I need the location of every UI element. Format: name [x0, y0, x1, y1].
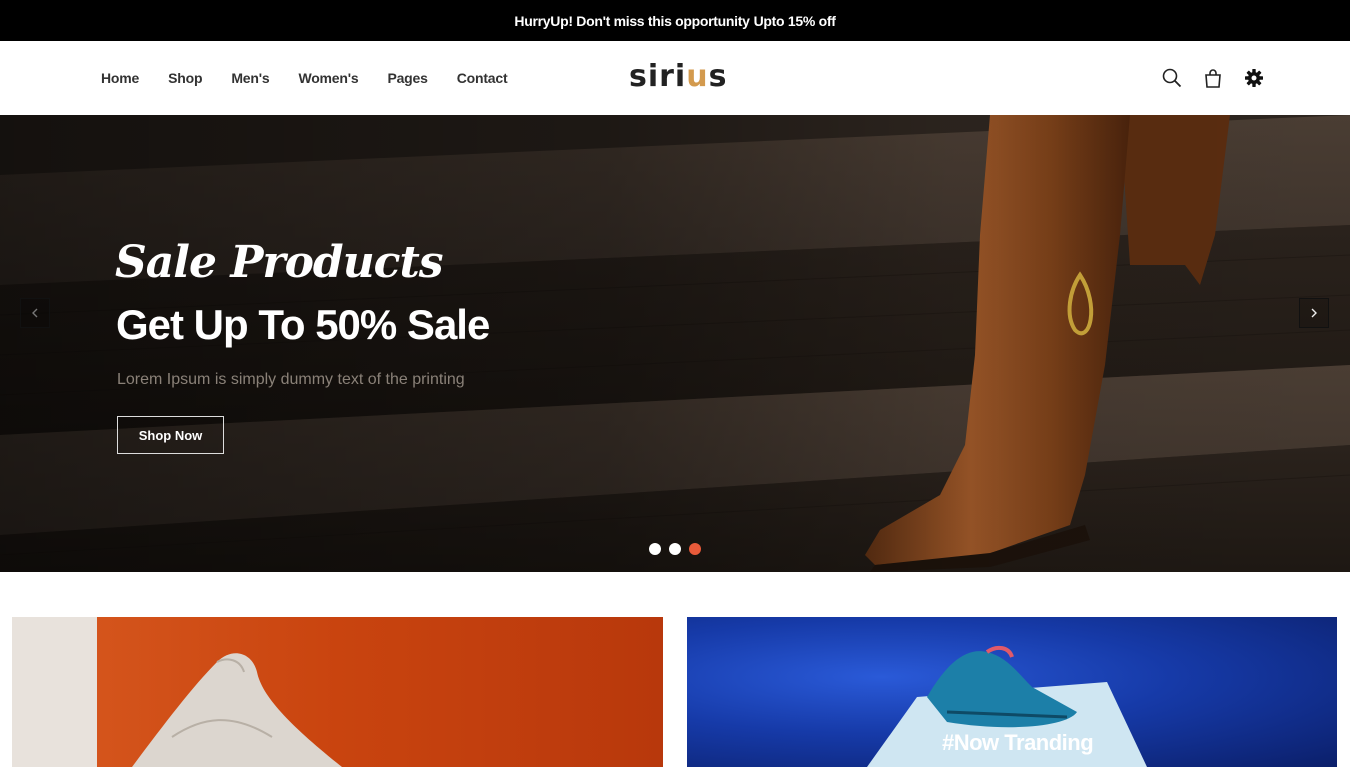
header-icons — [1161, 67, 1284, 89]
slider-dot-3[interactable] — [689, 543, 701, 555]
logo-part1: siri — [629, 59, 687, 94]
logo-accent: u — [686, 59, 709, 94]
main-nav: Home Shop Men's Women's Pages Contact — [101, 41, 536, 115]
logo-part2: s — [708, 59, 728, 94]
nav-mens[interactable]: Men's — [231, 70, 269, 86]
shop-now-button[interactable]: Shop Now — [117, 416, 224, 454]
promo-text: HurryUp! Don't miss this opportunity — [514, 12, 750, 29]
promo-bar: HurryUp! Don't miss this opportunity Upt… — [0, 0, 1350, 41]
chevron-right-icon — [1311, 308, 1317, 318]
promo-card-left[interactable] — [12, 617, 663, 767]
nav-pages[interactable]: Pages — [387, 70, 427, 86]
nav-contact[interactable]: Contact — [457, 70, 508, 86]
slider-prev-button[interactable] — [20, 298, 50, 328]
search-icon[interactable] — [1161, 67, 1183, 89]
site-header: Home Shop Men's Women's Pages Contact si… — [0, 41, 1350, 115]
slider-dot-1[interactable] — [649, 543, 661, 555]
hero-script-title: Sale Products — [115, 237, 444, 288]
promo-discount: Upto 15% off — [753, 12, 836, 29]
hero-title: Get Up To 50% Sale — [116, 301, 490, 348]
gear-icon[interactable] — [1243, 67, 1265, 89]
promo-card-right[interactable]: #Now Tranding — [687, 617, 1337, 767]
shopping-bag-icon[interactable] — [1202, 67, 1224, 89]
white-sneaker-image — [12, 617, 342, 767]
slider-next-button[interactable] — [1299, 298, 1329, 328]
nav-womens[interactable]: Women's — [298, 70, 358, 86]
site-logo[interactable]: sirius — [629, 59, 727, 94]
trending-label: #Now Tranding — [942, 730, 1094, 755]
nav-shop[interactable]: Shop — [168, 70, 202, 86]
slider-dots — [649, 543, 709, 555]
nav-home[interactable]: Home — [101, 70, 139, 86]
hero-slider: Sale Products Get Up To 50% Sale Lorem I… — [0, 115, 1350, 572]
hero-subtitle: Lorem Ipsum is simply dummy text of the … — [117, 371, 465, 388]
chevron-left-icon — [32, 308, 38, 318]
slider-dot-2[interactable] — [669, 543, 681, 555]
